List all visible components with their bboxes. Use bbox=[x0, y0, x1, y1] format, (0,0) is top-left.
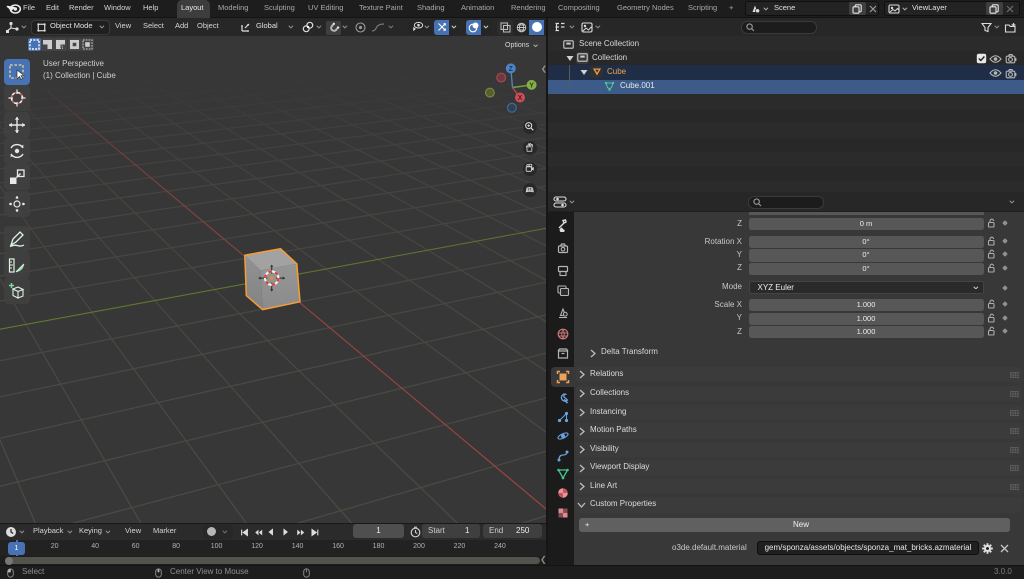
svg-text:X: X bbox=[518, 95, 523, 102]
svg-text:Z: Z bbox=[509, 66, 514, 73]
svg-text:Y: Y bbox=[529, 82, 534, 89]
